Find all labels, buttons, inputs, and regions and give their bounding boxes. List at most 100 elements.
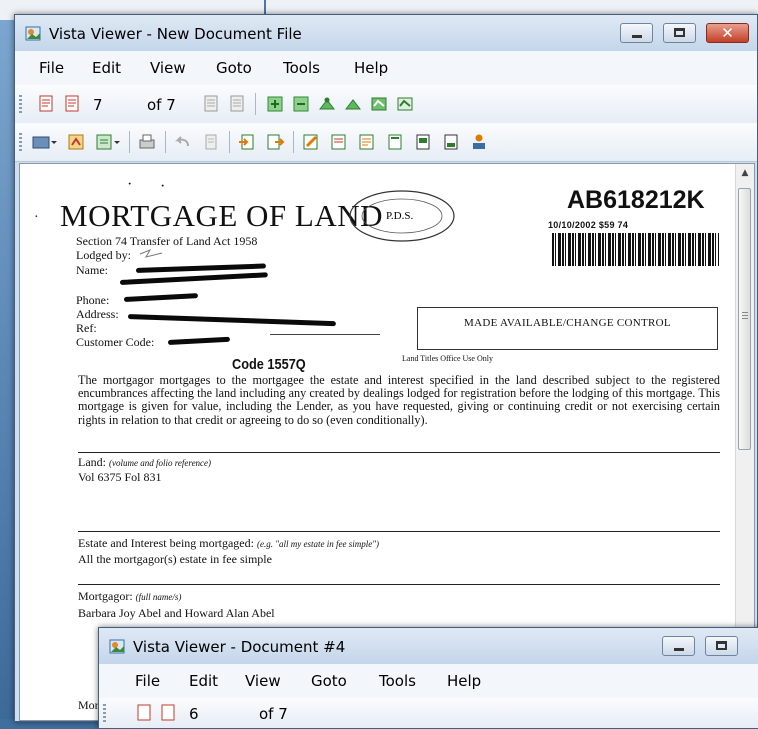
edit-icon[interactable] — [301, 132, 321, 152]
menu-help[interactable]: Help — [447, 672, 481, 690]
land-field: Land: (volume and folio reference) — [78, 455, 211, 470]
maximize-button[interactable] — [663, 23, 696, 43]
menu-tools[interactable]: Tools — [283, 59, 320, 77]
print-icon[interactable] — [137, 132, 157, 152]
zoom-in-icon[interactable] — [317, 94, 337, 114]
menu-file[interactable]: File — [135, 672, 160, 690]
window-title: Vista Viewer - New Document File — [49, 25, 302, 43]
zoom-out-icon[interactable] — [343, 94, 363, 114]
document-toolbar — [15, 123, 757, 162]
mortgagee-label-partial: Mor — [78, 698, 99, 712]
land-label: Land: — [78, 455, 106, 469]
redaction-name — [135, 263, 267, 273]
handwritten-code: Code 1557Q — [232, 356, 306, 373]
scan-icon[interactable] — [67, 132, 93, 152]
note-icon[interactable] — [357, 132, 377, 152]
menu-goto[interactable]: Goto — [216, 59, 252, 77]
customer-code-label: Customer Code: — [76, 335, 155, 349]
mortgagor-hint: (full name/s) — [135, 592, 182, 602]
page-forward-icon[interactable] — [227, 94, 247, 114]
mortgagor-label: Mortgagor: — [78, 589, 133, 603]
rotate-left-icon[interactable] — [265, 94, 285, 114]
title-bar-doc4[interactable]: Vista Viewer - Document #4 — [99, 628, 758, 664]
lodgement-info: 10/10/2002 $59 74 — [548, 220, 629, 230]
land-hint: (volume and folio reference) — [109, 458, 212, 468]
undo-icon[interactable] — [173, 132, 193, 152]
menu-view[interactable]: View — [245, 672, 281, 690]
menu-file[interactable]: File — [39, 59, 64, 77]
lodged-scribble — [139, 249, 163, 258]
app-icon — [109, 639, 125, 654]
act-subtitle: Section 74 Transfer of Land Act 1958 — [76, 234, 258, 248]
estate-label: Estate and Interest being mortgaged: — [78, 536, 254, 550]
fit-width-icon[interactable] — [395, 94, 415, 114]
fit-page-icon[interactable] — [369, 94, 389, 114]
menu-view[interactable]: View — [150, 59, 186, 77]
close-button[interactable]: ✕ — [706, 23, 749, 43]
mortgagor-value: Barbara Joy Abel and Howard Alan Abel — [78, 606, 275, 620]
document-4-window: Vista Viewer - Document #4 File Edit Vie… — [98, 627, 758, 729]
menu-goto[interactable]: Goto — [311, 672, 347, 690]
stamp-icon[interactable] — [201, 132, 221, 152]
export-icon[interactable] — [265, 132, 285, 152]
address-label: Address: — [76, 307, 119, 321]
minimize-button[interactable] — [662, 636, 695, 656]
redaction-phone — [123, 293, 199, 302]
ltouo-label: Land Titles Office Use Only — [402, 354, 493, 363]
menu-bar-doc4: File Edit View Goto Tools Help — [99, 664, 758, 698]
save-icon[interactable] — [441, 132, 461, 152]
rotate-right-icon[interactable] — [291, 94, 311, 114]
page-back-icon[interactable] — [201, 94, 221, 114]
estate-hint: (e.g. "all my estate in fee simple") — [256, 539, 379, 549]
made-available-box: MADE AVAILABLE/CHANGE CONTROL — [417, 307, 718, 350]
page-icon[interactable] — [413, 132, 433, 152]
redaction-customer-code — [167, 336, 231, 345]
title-bar[interactable]: Vista Viewer - New Document File ✕ — [15, 15, 757, 51]
redaction-name-2 — [119, 272, 268, 285]
import-icon[interactable] — [237, 132, 257, 152]
annotate-icon[interactable] — [329, 132, 349, 152]
scroll-up-arrow-icon[interactable]: ▲ — [736, 164, 754, 182]
user-icon[interactable] — [469, 132, 489, 152]
menu-help[interactable]: Help — [354, 59, 388, 77]
menu-edit[interactable]: Edit — [189, 672, 218, 690]
menu-bar: File Edit View Goto Tools Help — [15, 51, 757, 85]
navigation-toolbar: 7 of 7 — [15, 85, 757, 123]
menu-tools[interactable]: Tools — [379, 672, 416, 690]
lodged-by-label: Lodged by: — [76, 248, 131, 262]
estate-value: All the mortgagor(s) estate in fee simpl… — [78, 552, 272, 566]
svg-text:P.D.S.: P.D.S. — [386, 210, 413, 222]
previous-page-icon[interactable] — [159, 703, 179, 723]
main-viewer-window: Vista Viewer - New Document File ✕ File … — [14, 14, 758, 722]
folder-icon[interactable] — [31, 132, 57, 152]
document-icon[interactable] — [385, 132, 405, 152]
mortgage-paragraph: The mortgagor mortgages to the mortgagee… — [78, 373, 720, 427]
estate-field: Estate and Interest being mortgaged: (e.… — [78, 536, 379, 551]
land-value: Vol 6375 Fol 831 — [78, 470, 162, 484]
ref-label: Ref: — [76, 321, 97, 335]
copy-icon[interactable] — [95, 132, 121, 152]
minimize-button[interactable] — [620, 23, 653, 43]
navigation-toolbar-doc4: 6 of 7 — [99, 698, 758, 728]
page-total: of 7 — [147, 96, 176, 114]
phone-label: Phone: — [76, 293, 110, 307]
scroll-thumb[interactable] — [738, 188, 751, 450]
first-page-icon[interactable] — [135, 703, 155, 723]
first-page-icon[interactable] — [37, 94, 57, 114]
app-icon — [25, 26, 41, 41]
document-number: AB618212K — [567, 186, 705, 214]
page-current[interactable]: 7 — [93, 96, 103, 114]
barcode — [552, 233, 719, 266]
menu-edit[interactable]: Edit — [92, 59, 121, 77]
previous-page-icon[interactable] — [63, 94, 83, 114]
pds-stamp: P.D.S. — [349, 190, 455, 242]
name-label: Name: — [76, 263, 108, 277]
maximize-button[interactable] — [705, 636, 738, 656]
made-available-text: MADE AVAILABLE/CHANGE CONTROL — [464, 317, 671, 329]
page-total: of 7 — [259, 705, 288, 723]
window-title: Vista Viewer - Document #4 — [133, 638, 346, 656]
page-current[interactable]: 6 — [189, 705, 199, 723]
redaction-address — [127, 314, 336, 327]
document-title: MORTGAGE OF LAND — [60, 198, 384, 233]
mortgagor-field: Mortgagor: (full name/s) — [78, 589, 181, 604]
